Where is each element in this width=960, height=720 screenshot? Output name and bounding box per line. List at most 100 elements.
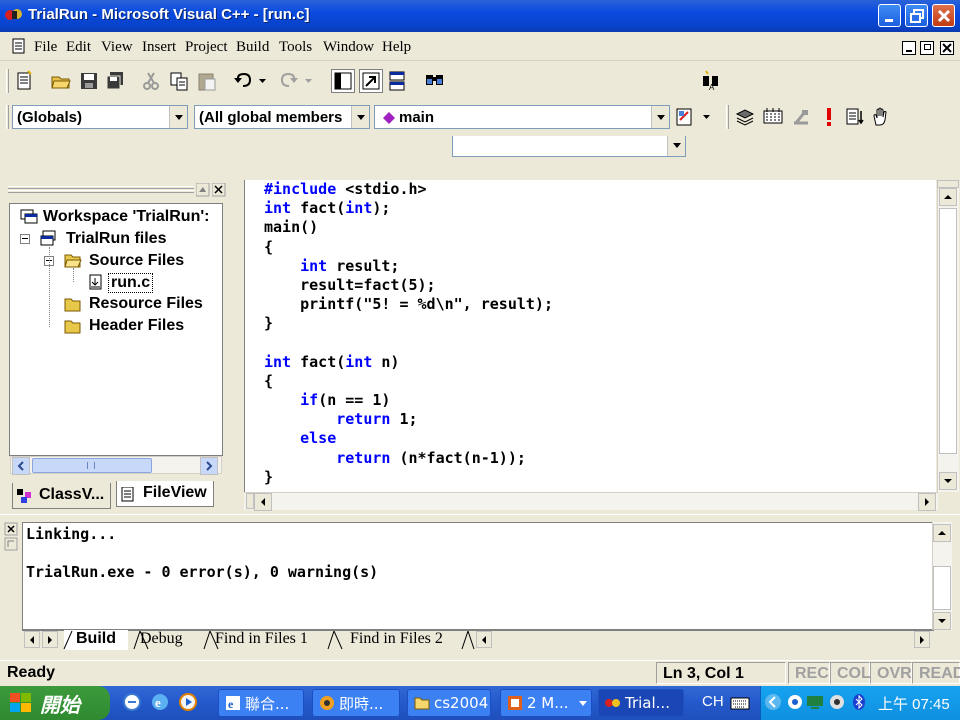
quicklaunch-ie-icon[interactable]: e (150, 692, 170, 712)
minimize-button[interactable] (878, 4, 901, 27)
code-line[interactable]: int fact(int); (264, 199, 553, 218)
wizardbar-grip[interactable] (6, 105, 9, 129)
open-folder-icon[interactable] (50, 70, 72, 92)
code-line[interactable]: { (264, 238, 553, 257)
wizardbar-action-icon[interactable] (674, 106, 696, 128)
output-grip[interactable] (4, 522, 18, 630)
ws-scroll-left-button[interactable] (12, 457, 30, 475)
pane-splitter[interactable] (228, 180, 242, 512)
scope-combo-arrow[interactable] (169, 106, 187, 128)
workspace-toggle-icon[interactable] (331, 69, 355, 93)
title-bar[interactable]: TrialRun - Microsoft Visual C++ - [run.c… (0, 0, 960, 32)
cut-icon[interactable] (140, 70, 162, 92)
output-scroll-thumb[interactable] (933, 566, 951, 610)
menu-insert[interactable]: Insert (142, 39, 176, 56)
stop-build-icon[interactable] (790, 106, 812, 128)
mdi-restore-button[interactable] (920, 41, 934, 55)
compile-icon[interactable] (734, 106, 756, 128)
code-line[interactable]: return 1; (264, 410, 553, 429)
find-combo-arrow[interactable] (667, 134, 685, 156)
breakpoint-hand-icon[interactable] (870, 106, 892, 128)
code-line[interactable]: return (n*fact(n-1)); (264, 449, 553, 468)
menu-file[interactable]: File (34, 39, 57, 56)
task-item-5[interactable]: Trial... (598, 689, 684, 717)
toolbar-grip[interactable] (6, 69, 9, 93)
wizardbar-action-dropdown-icon[interactable] (702, 114, 712, 122)
code-line[interactable]: } (264, 468, 553, 487)
editor-scroll-right-button[interactable] (918, 493, 936, 511)
code-line[interactable]: int fact(int n) (264, 353, 553, 372)
tray-expand-icon[interactable] (764, 692, 782, 712)
code-line[interactable]: { (264, 372, 553, 391)
mdi-close-button[interactable] (940, 41, 954, 55)
mdi-minimize-button[interactable] (902, 41, 916, 55)
menu-view[interactable]: View (101, 39, 133, 56)
tray-monitor-icon[interactable] (806, 693, 824, 711)
code-line[interactable]: if(n == 1) (264, 391, 553, 410)
output-toggle-icon[interactable] (359, 69, 383, 93)
output-close-icon[interactable] (4, 522, 18, 552)
tree-item-resource-files[interactable]: Resource Files (89, 295, 203, 313)
editor-scroll-left-button[interactable] (254, 493, 272, 511)
tree-item-project[interactable]: TrialRun files (66, 230, 166, 248)
save-all-icon[interactable] (104, 70, 126, 92)
redo-icon[interactable] (278, 70, 300, 92)
execute-icon[interactable] (818, 106, 840, 128)
scope-combo[interactable]: (Globals) (12, 105, 188, 129)
code-line[interactable]: int result; (264, 257, 553, 276)
menu-window[interactable]: Window (323, 39, 374, 56)
tab-fileview[interactable]: FileView (116, 481, 214, 507)
ws-scroll-thumb[interactable] (32, 458, 152, 473)
tray-volume-icon[interactable] (828, 693, 846, 711)
new-text-file-icon[interactable] (14, 70, 36, 92)
menu-project[interactable]: Project (185, 39, 228, 56)
code-line[interactable]: #include <stdio.h> (264, 180, 553, 199)
task-item-1[interactable]: e 聯合... (218, 689, 304, 717)
code-line[interactable]: result=fact(5); (264, 276, 553, 295)
tab-classview[interactable]: ClassV... (12, 483, 112, 509)
output-tab-next-button[interactable] (42, 631, 58, 648)
workspace-close-icon[interactable] (212, 183, 226, 197)
undo-icon[interactable] (232, 70, 254, 92)
restore-button[interactable] (905, 4, 928, 27)
ws-scroll-right-button[interactable] (200, 457, 218, 475)
tree-item-run-c[interactable]: run.c (108, 273, 154, 293)
editor-hscroll[interactable] (244, 492, 938, 510)
code-line[interactable] (264, 334, 553, 353)
find-combo[interactable] (452, 133, 686, 157)
copy-icon[interactable] (168, 70, 190, 92)
tray-bluetooth-icon[interactable] (850, 693, 868, 711)
code-line[interactable]: printf("5! = %d\n", result); (264, 295, 553, 314)
editor-hsplit-box[interactable] (246, 493, 254, 509)
editor-scroll-thumb[interactable] (939, 208, 957, 454)
function-combo[interactable]: main (374, 105, 670, 129)
output-tab-prev-button[interactable] (24, 631, 40, 648)
tray-network-icon[interactable] (786, 693, 804, 711)
menu-tools[interactable]: Tools (279, 39, 312, 56)
undo-dropdown-icon[interactable] (258, 78, 268, 86)
code-line[interactable]: else (264, 429, 553, 448)
output-hscroll-right-button[interactable] (914, 631, 930, 648)
editor-scroll-up-button[interactable] (939, 188, 957, 206)
function-combo-arrow[interactable] (651, 106, 669, 128)
code-line[interactable]: main() (264, 218, 553, 237)
menu-edit[interactable]: Edit (66, 39, 91, 56)
find-in-files-icon[interactable] (424, 70, 446, 92)
close-button[interactable] (932, 4, 955, 27)
task-item-3[interactable]: cs2004 (407, 689, 491, 717)
task-item-4[interactable]: 2 M... (500, 689, 592, 717)
code-line[interactable]: } (264, 314, 553, 333)
expander-trialrun[interactable] (20, 234, 30, 244)
quicklaunch-media-icon[interactable] (178, 692, 198, 712)
window-list-icon[interactable] (386, 70, 408, 92)
start-button[interactable]: 開始 (0, 686, 110, 720)
tree-item-header-files[interactable]: Header Files (89, 317, 184, 335)
language-indicator[interactable]: CH (702, 693, 724, 710)
workspace-grip[interactable] (8, 186, 194, 189)
tree-item-workspace[interactable]: Workspace 'TrialRun': (43, 208, 209, 226)
code-text[interactable]: #include <stdio.h> int fact(int); main(){ … (264, 180, 553, 487)
menu-build[interactable]: Build (236, 39, 269, 56)
workspace-maximize-icon[interactable] (196, 183, 210, 197)
menu-help[interactable]: Help (382, 39, 411, 56)
output-scroll-down-button[interactable] (933, 612, 951, 630)
